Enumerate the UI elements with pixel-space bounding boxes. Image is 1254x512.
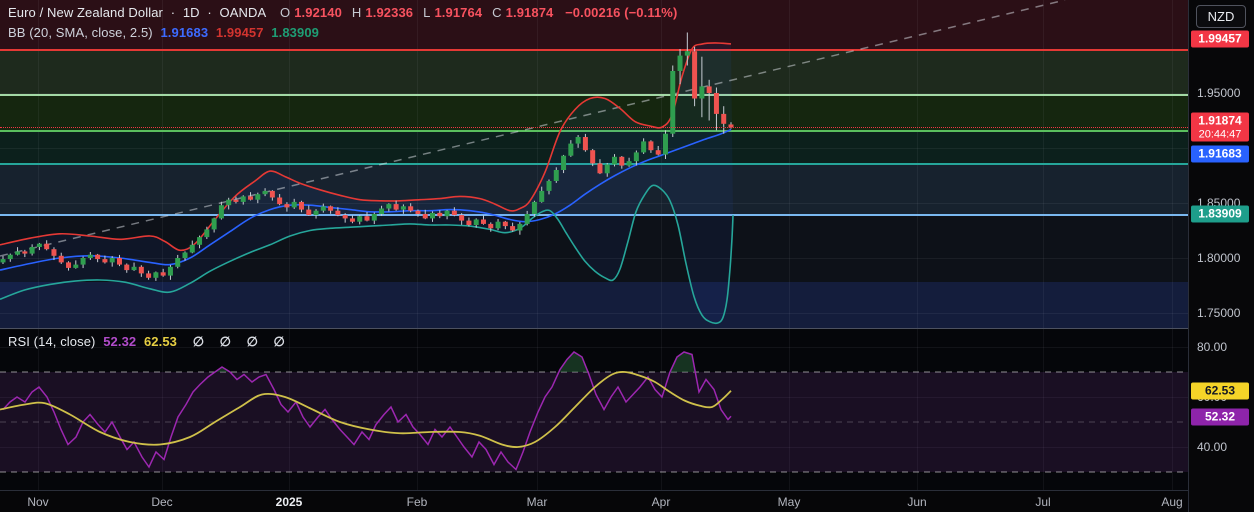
ohlc-key: O (280, 5, 291, 20)
scale-tick-label: 80.00 (1197, 340, 1228, 354)
legend-separator: · (170, 5, 176, 20)
bb-lower-value: 1.83909 (271, 25, 319, 40)
rsi-value: 52.32 (103, 334, 137, 349)
rsi-empty-slots: ∅ ∅ ∅ ∅ (192, 334, 291, 349)
symbol-title[interactable]: Euro / New Zealand Dollar (8, 5, 163, 20)
scale-tick-label: 1.95000 (1197, 86, 1241, 100)
bb-basis-value: 1.91683 (160, 25, 209, 40)
ohlc-key: L (423, 5, 431, 20)
countdown-timer: 20:44:47 (1198, 128, 1242, 141)
exchange-label[interactable]: OANDA (220, 5, 267, 20)
interval-label[interactable]: 1D (183, 5, 200, 20)
scale-tick-label: 1.80000 (1197, 251, 1241, 265)
time-axis-label[interactable]: Jun (907, 491, 926, 512)
price-badge: 1.91874 20:44:47 (1191, 112, 1249, 142)
scale-tick-label: 40.00 (1197, 440, 1228, 454)
bb-upper-value: 1.99457 (215, 25, 264, 40)
time-axis-label[interactable]: Apr (652, 491, 671, 512)
ohlc-key: C (492, 5, 502, 20)
legend-separator: · (207, 5, 212, 20)
ohlc-key: H (351, 5, 362, 20)
ohlc-value: 1.91874 (505, 5, 554, 20)
time-axis-label[interactable]: Dec (151, 491, 172, 512)
time-axis-label[interactable]: Aug (1161, 491, 1182, 512)
price-scale[interactable]: NZD 1.950001.850001.800001.7500080.0060.… (1188, 0, 1254, 512)
bb-name[interactable]: BB (20, SMA, close, 2.5) (8, 25, 153, 40)
rsi-indicator-legend[interactable]: RSI (14, close) 52.32 62.53 ∅ ∅ ∅ ∅ (8, 334, 295, 350)
price-badge: 1.83909 (1191, 205, 1249, 223)
ohlc-value: 1.91764 (434, 5, 483, 20)
bb-indicator-legend[interactable]: BB (20, SMA, close, 2.5) 1.91683 1.99457… (8, 25, 323, 40)
change-value: −0.00216 (−0.11%) (565, 5, 678, 20)
time-axis-label[interactable]: May (778, 491, 801, 512)
chart-pane[interactable]: Euro / New Zealand Dollar · 1D · OANDA O… (0, 0, 1188, 490)
time-axis-label[interactable]: Nov (27, 491, 48, 512)
symbol-legend[interactable]: Euro / New Zealand Dollar · 1D · OANDA O… (8, 5, 681, 20)
rsi-ma-value: 62.53 (143, 334, 178, 349)
scale-tick-label: 1.75000 (1197, 306, 1241, 320)
time-axis-label[interactable]: Mar (527, 491, 548, 512)
rsi-name[interactable]: RSI (14, close) (8, 334, 95, 349)
price-badge: 52.32 (1191, 408, 1249, 426)
time-axis-label[interactable]: 2025 (276, 491, 303, 512)
current-price-line (0, 127, 1188, 128)
ohlc-value: 1.92336 (365, 5, 414, 20)
trading-chart-app: Euro / New Zealand Dollar · 1D · OANDA O… (0, 0, 1254, 512)
time-axis[interactable]: Nov Dec 2025 Feb Mar Apr May Jun Jul Aug (0, 490, 1188, 512)
price-badge: 1.99457 (1191, 30, 1249, 48)
price-badge: 62.53 (1191, 382, 1249, 400)
time-axis-label[interactable]: Feb (407, 491, 428, 512)
currency-button[interactable]: NZD (1196, 5, 1246, 28)
ohlc-value: 1.92140 (294, 5, 342, 20)
pane-separator[interactable] (0, 328, 1188, 329)
price-badge: 1.91683 (1191, 145, 1249, 163)
chart-canvas[interactable] (0, 0, 1188, 490)
time-axis-label[interactable]: Jul (1035, 491, 1050, 512)
ohlc-values: O 1.92140 H 1.92336 L 1.91764 C 1.91874 (274, 5, 557, 20)
